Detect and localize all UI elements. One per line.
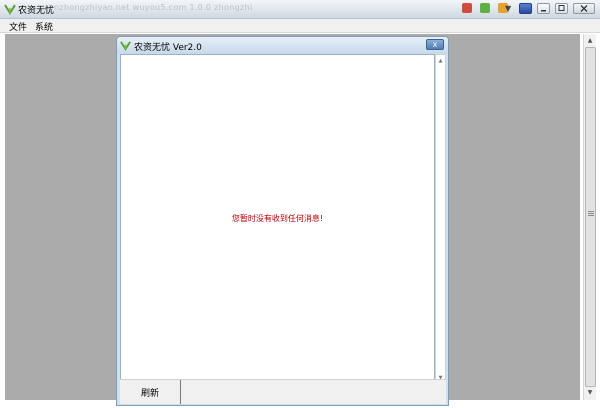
blurred-url-text: nzhongzhiyao.net wuyou5.com 1.0.0 zhongz… — [54, 3, 253, 12]
close-button[interactable] — [573, 3, 595, 14]
app-logo-icon — [4, 4, 16, 15]
minimize-button[interactable] — [537, 3, 550, 14]
chevron-down-icon[interactable]: ▼ — [505, 4, 511, 13]
skin-button[interactable] — [519, 3, 532, 14]
refresh-button[interactable]: 刷新 — [120, 380, 181, 404]
main-title-bar: 农资无忧 nzhongzhiyao.net wuyou5.com 1.0.0 z… — [0, 0, 600, 19]
main-scrollbar[interactable]: ▲ ▼ — [583, 34, 596, 400]
window-title: 农资无忧 — [18, 6, 55, 16]
maximize-button[interactable] — [555, 3, 568, 14]
menu-system[interactable]: 系统 — [35, 20, 53, 33]
scroll-thumb[interactable] — [585, 47, 596, 387]
menu-file[interactable]: 文件 — [9, 20, 27, 33]
empty-message-text: 您暂时没有收到任何消息! — [231, 214, 324, 223]
dialog-title: 农资无忧 Ver2.0 — [134, 43, 202, 53]
menu-bar: 文件 系统 — [0, 19, 600, 33]
dialog-close-button[interactable]: x — [426, 39, 444, 50]
dialog-logo-icon — [120, 41, 131, 51]
dialog-toolbar: 刷新 — [120, 379, 446, 404]
dialog-title-bar: 农资无忧 Ver2.0 x — [117, 37, 448, 54]
refresh-tool-icon[interactable] — [479, 3, 490, 13]
dialog-scroll-up-icon[interactable]: ▲ — [436, 56, 445, 66]
message-pane: 您暂时没有收到任何消息! — [120, 54, 435, 397]
scroll-down-icon[interactable]: ▼ — [584, 387, 596, 399]
message-dialog: 农资无忧 Ver2.0 x 您暂时没有收到任何消息! ▲ ▼ 刷新 — [116, 36, 449, 406]
scroll-up-icon[interactable]: ▲ — [584, 35, 596, 47]
record-icon[interactable] — [462, 3, 472, 13]
dialog-scrollbar[interactable]: ▲ ▼ — [435, 54, 446, 397]
